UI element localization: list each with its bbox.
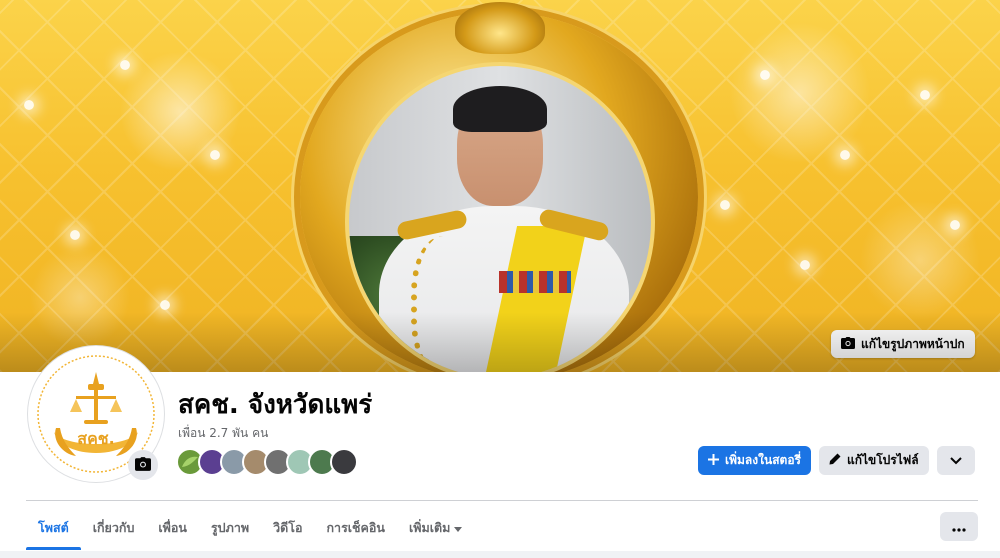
sparkle: [120, 60, 130, 70]
edit-cover-button[interactable]: แก้ไขรูปภาพหน้าปก: [831, 330, 975, 358]
tabs-more-options-button[interactable]: [940, 512, 978, 541]
portrait-medals: [499, 271, 571, 293]
tab-label: วิดีโอ: [273, 520, 303, 535]
tab-label: เกี่ยวกับ: [92, 520, 135, 535]
add-to-story-label: เพิ่มลงในสตอรี่: [725, 453, 801, 467]
cover-photo[interactable]: แก้ไขรูปภาพหน้าปก: [0, 0, 1000, 372]
sparkle: [160, 300, 170, 310]
portrait-hair: [453, 86, 547, 132]
edit-profile-label: แก้ไขโปรไฟล์: [846, 453, 919, 467]
profile-page: แก้ไขรูปภาพหน้าปก สคช. สคช. จังหวัดแพร่ …: [0, 0, 1000, 558]
tabs-divider: [26, 500, 978, 501]
chevron-down-icon: [949, 454, 962, 468]
caret-down-icon: [454, 521, 463, 536]
tab-label: รูปภาพ: [210, 520, 250, 535]
sparkle: [24, 100, 34, 110]
tab-about[interactable]: เกี่ยวกับ: [81, 506, 147, 550]
sparkle: [840, 150, 850, 160]
tab-check-ins[interactable]: การเช็คอิน: [314, 506, 396, 550]
friend-avatar[interactable]: [330, 448, 358, 476]
tab-posts[interactable]: โพสต์: [26, 506, 81, 550]
tab-friends[interactable]: เพื่อน: [146, 506, 199, 550]
update-avatar-button[interactable]: [128, 450, 158, 480]
profile-actions: เพิ่มลงในสตอรี่ แก้ไขโปรไฟล์: [698, 446, 975, 475]
camera-icon: [135, 456, 151, 475]
add-to-story-button[interactable]: เพิ่มลงในสตอรี่: [698, 446, 811, 475]
sparkle: [210, 150, 220, 160]
sparkle: [720, 200, 730, 210]
friend-avatar-list: [176, 448, 358, 476]
tab-videos[interactable]: วิดีโอ: [261, 506, 314, 550]
edit-profile-button[interactable]: แก้ไขโปรไฟล์: [818, 446, 929, 475]
sparkle: [70, 230, 80, 240]
ellipsis-icon: [952, 517, 966, 536]
tab-label: โพสต์: [38, 520, 69, 535]
feed-background: [0, 551, 1000, 558]
sparkle: [920, 90, 930, 100]
profile-name: สคช. จังหวัดแพร่: [178, 390, 373, 420]
camera-icon: [841, 336, 855, 352]
royal-portrait: [345, 62, 655, 372]
logo-text: สคช.: [77, 429, 114, 448]
pencil-icon: [829, 453, 841, 468]
profile-options-button[interactable]: [936, 446, 975, 475]
tab-photos[interactable]: รูปภาพ: [199, 506, 261, 550]
portrait-aiguillette: [411, 236, 491, 372]
tab-label: เพื่อน: [158, 520, 187, 535]
sparkle: [950, 220, 960, 230]
sparkle: [760, 70, 770, 80]
profile-tabs: โพสต์ เกี่ยวกับ เพื่อน รูปภาพ วิดีโอ การ…: [26, 506, 474, 550]
tab-more[interactable]: เพิ่มเติม: [397, 506, 474, 550]
edit-cover-label: แก้ไขรูปภาพหน้าปก: [861, 336, 965, 351]
frame-crest: [455, 2, 545, 54]
sparkle: [800, 260, 810, 270]
friends-count[interactable]: เพื่อน 2.7 พัน คน: [178, 424, 268, 443]
tab-label: เพิ่มเติม: [408, 520, 451, 535]
plus-icon: [708, 453, 719, 468]
tab-label: การเช็คอิน: [326, 520, 385, 535]
